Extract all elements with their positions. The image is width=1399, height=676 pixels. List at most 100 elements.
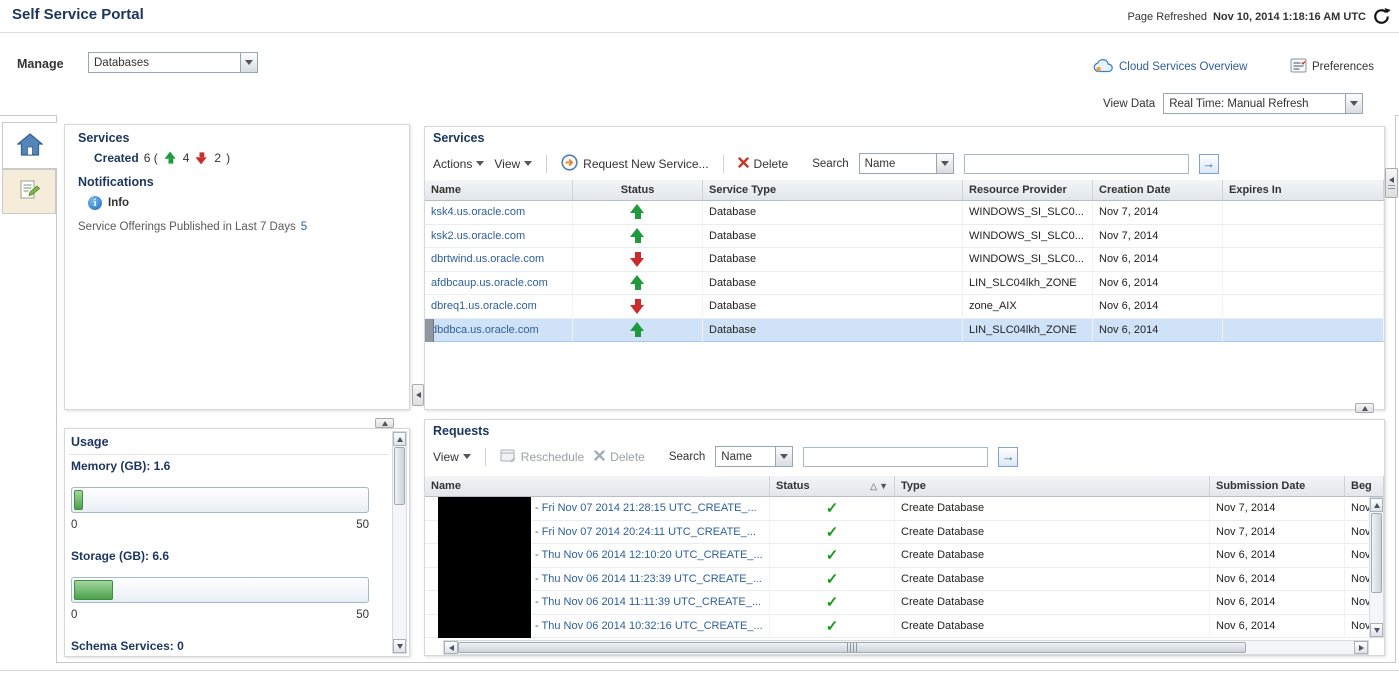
- scroll-up-button[interactable]: [393, 432, 406, 446]
- requests-horizontal-scrollbar[interactable]: [443, 640, 1369, 655]
- col-header-submission-date[interactable]: Submission Date: [1210, 476, 1345, 497]
- request-link[interactable]: - Thu Nov 06 2014 11:11:39 UTC_CREATE_..…: [535, 596, 761, 608]
- service-link[interactable]: afdbcaup.us.oracle.com: [431, 277, 548, 289]
- status-check-icon: [826, 499, 839, 517]
- table-row[interactable]: - Thu Nov 06 2014 11:11:39 UTC_CREATE_..…: [425, 591, 1384, 615]
- scroll-left-button[interactable]: [444, 641, 458, 654]
- status-check-icon: [826, 570, 839, 588]
- col-header-status[interactable]: Status: [573, 180, 703, 201]
- scroll-down-button[interactable]: [393, 639, 406, 653]
- collapse-left-splitter-button[interactable]: [412, 384, 424, 406]
- scroll-right-button[interactable]: [1354, 641, 1368, 654]
- scrollbar-thumb[interactable]: [394, 447, 405, 505]
- col-header-type[interactable]: Type: [895, 476, 1210, 497]
- scrollbar-track[interactable]: [1370, 594, 1383, 623]
- usage-vertical-scrollbar[interactable]: [392, 431, 407, 654]
- request-link[interactable]: - Thu Nov 06 2014 10:32:16 UTC_CREATE_..…: [535, 620, 763, 632]
- sort-ascending-icon[interactable]: [870, 480, 877, 492]
- col-header-name[interactable]: Name: [425, 476, 770, 497]
- scrollbar-track[interactable]: [1246, 641, 1354, 654]
- delete-button[interactable]: Delete: [594, 450, 645, 464]
- search-go-button[interactable]: →: [1198, 153, 1219, 174]
- search-go-button[interactable]: →: [998, 446, 1019, 467]
- table-row-selected[interactable]: dbdbca.us.oracle.com Database LIN_SLC04l…: [425, 318, 1384, 342]
- cell-name: ksk2.us.oracle.com: [425, 224, 573, 248]
- services-panel: Services Actions View Request New Servic…: [424, 126, 1385, 410]
- search-field-value: Name: [721, 450, 752, 463]
- col-header-resource-provider[interactable]: Resource Provider: [963, 180, 1093, 201]
- preferences-link[interactable]: Preferences: [1290, 58, 1374, 76]
- table-row[interactable]: afdbcaup.us.oracle.com Database LIN_SLC0…: [425, 271, 1384, 295]
- col-header-service-type[interactable]: Service Type: [703, 180, 963, 201]
- scrollbar-thumb[interactable]: [458, 642, 1246, 653]
- col-header-status[interactable]: Status: [770, 476, 895, 497]
- collapse-up-splitter-button[interactable]: [375, 418, 394, 428]
- sort-descending-icon[interactable]: [879, 480, 888, 492]
- search-label: Search: [812, 157, 849, 170]
- services-table-header: Name Status Service Type Resource Provid…: [425, 180, 1384, 201]
- table-row[interactable]: dbreq1.us.oracle.com Database zone_AIX N…: [425, 295, 1384, 319]
- request-link[interactable]: - Thu Nov 06 2014 12:10:20 UTC_CREATE_..…: [535, 549, 763, 561]
- col-header-expires-in[interactable]: Expires In: [1223, 180, 1384, 201]
- view-data-label: View Data: [1103, 97, 1156, 110]
- table-row[interactable]: - Fri Nov 07 2014 21:28:15 UTC_CREATE_..…: [425, 497, 1384, 521]
- up-count: 4: [182, 151, 190, 165]
- search-field-select[interactable]: Name: [715, 446, 794, 467]
- view-menu-button[interactable]: View: [433, 450, 471, 464]
- request-link[interactable]: - Fri Nov 07 2014 20:24:11 UTC_CREATE_..…: [535, 526, 756, 538]
- status-check-icon: [826, 617, 839, 635]
- scroll-down-button[interactable]: [1370, 623, 1383, 637]
- cell-submission-date: Nov 6, 2014: [1210, 614, 1345, 638]
- scrollbar-track[interactable]: [393, 506, 406, 639]
- search-input[interactable]: [963, 153, 1189, 174]
- requests-vertical-scrollbar[interactable]: [1369, 497, 1384, 638]
- request-link[interactable]: - Thu Nov 06 2014 11:23:39 UTC_CREATE_..…: [535, 573, 762, 585]
- view-data-select[interactable]: Real Time: Manual Refresh: [1163, 93, 1364, 114]
- service-link[interactable]: dbdbca.us.oracle.com: [431, 324, 539, 336]
- view-data-area: View Data Real Time: Manual Refresh: [1103, 93, 1364, 114]
- sidebar-tab-requests[interactable]: [2, 169, 56, 214]
- services-created-line: Created 6 ( 4 2 ): [94, 150, 230, 166]
- request-new-service-button[interactable]: Request New Service...: [561, 153, 709, 174]
- table-row[interactable]: - Thu Nov 06 2014 12:10:20 UTC_CREATE_..…: [425, 544, 1384, 568]
- reschedule-button[interactable]: Reschedule: [500, 448, 584, 466]
- cell-type: Create Database: [895, 567, 1210, 591]
- service-link[interactable]: dbrtwind.us.oracle.com: [431, 253, 544, 265]
- col-header-begin-date[interactable]: Beg: [1345, 476, 1384, 497]
- cell-creation-date: Nov 7, 2014: [1093, 201, 1223, 225]
- delete-label: Delete: [610, 449, 645, 464]
- table-row[interactable]: dbrtwind.us.oracle.com Database WINDOWS_…: [425, 248, 1384, 272]
- service-link[interactable]: ksk2.us.oracle.com: [431, 230, 525, 242]
- collapse-up-splitter-button[interactable]: [1355, 403, 1374, 413]
- cell-type: Create Database: [895, 544, 1210, 568]
- manage-select[interactable]: Databases: [88, 52, 258, 73]
- table-row[interactable]: - Thu Nov 06 2014 10:32:16 UTC_CREATE_..…: [425, 614, 1384, 638]
- request-link[interactable]: - Fri Nov 07 2014 21:28:15 UTC_CREATE_..…: [535, 502, 757, 514]
- service-link[interactable]: ksk4.us.oracle.com: [431, 206, 525, 218]
- cell-name: ksk4.us.oracle.com: [425, 201, 573, 225]
- col-header-name[interactable]: Name: [425, 180, 573, 201]
- table-row[interactable]: ksk4.us.oracle.com Database WINDOWS_SI_S…: [425, 201, 1384, 225]
- service-link[interactable]: dbreq1.us.oracle.com: [431, 300, 537, 312]
- chevron-down-icon: [476, 161, 485, 166]
- cloud-services-overview-link[interactable]: Cloud Services Overview: [1093, 58, 1247, 76]
- scrollbar-thumb[interactable]: [1371, 513, 1382, 593]
- edge-splitter-handle[interactable]: [1385, 168, 1398, 198]
- cell-creation-date: Nov 6, 2014: [1093, 248, 1223, 272]
- offerings-count-link[interactable]: 5: [301, 221, 307, 233]
- scroll-up-button[interactable]: [1370, 498, 1383, 512]
- cell-name: dbrtwind.us.oracle.com: [425, 248, 573, 272]
- view-menu-button[interactable]: View: [494, 157, 533, 171]
- table-row[interactable]: ksk2.us.oracle.com Database WINDOWS_SI_S…: [425, 224, 1384, 248]
- sidebar-tab-home[interactable]: [2, 122, 57, 169]
- table-row[interactable]: - Thu Nov 06 2014 11:23:39 UTC_CREATE_..…: [425, 567, 1384, 591]
- memory-gauge: [71, 487, 369, 513]
- actions-menu-button[interactable]: Actions: [433, 157, 485, 171]
- col-header-creation-date[interactable]: Creation Date: [1093, 180, 1223, 201]
- table-row[interactable]: - Fri Nov 07 2014 20:24:11 UTC_CREATE_..…: [425, 520, 1384, 544]
- search-input[interactable]: [803, 446, 989, 467]
- status-arrow-icon: [630, 227, 645, 244]
- search-field-select[interactable]: Name: [858, 153, 954, 174]
- refresh-icon[interactable]: [1372, 7, 1391, 26]
- delete-button[interactable]: Delete: [737, 157, 788, 171]
